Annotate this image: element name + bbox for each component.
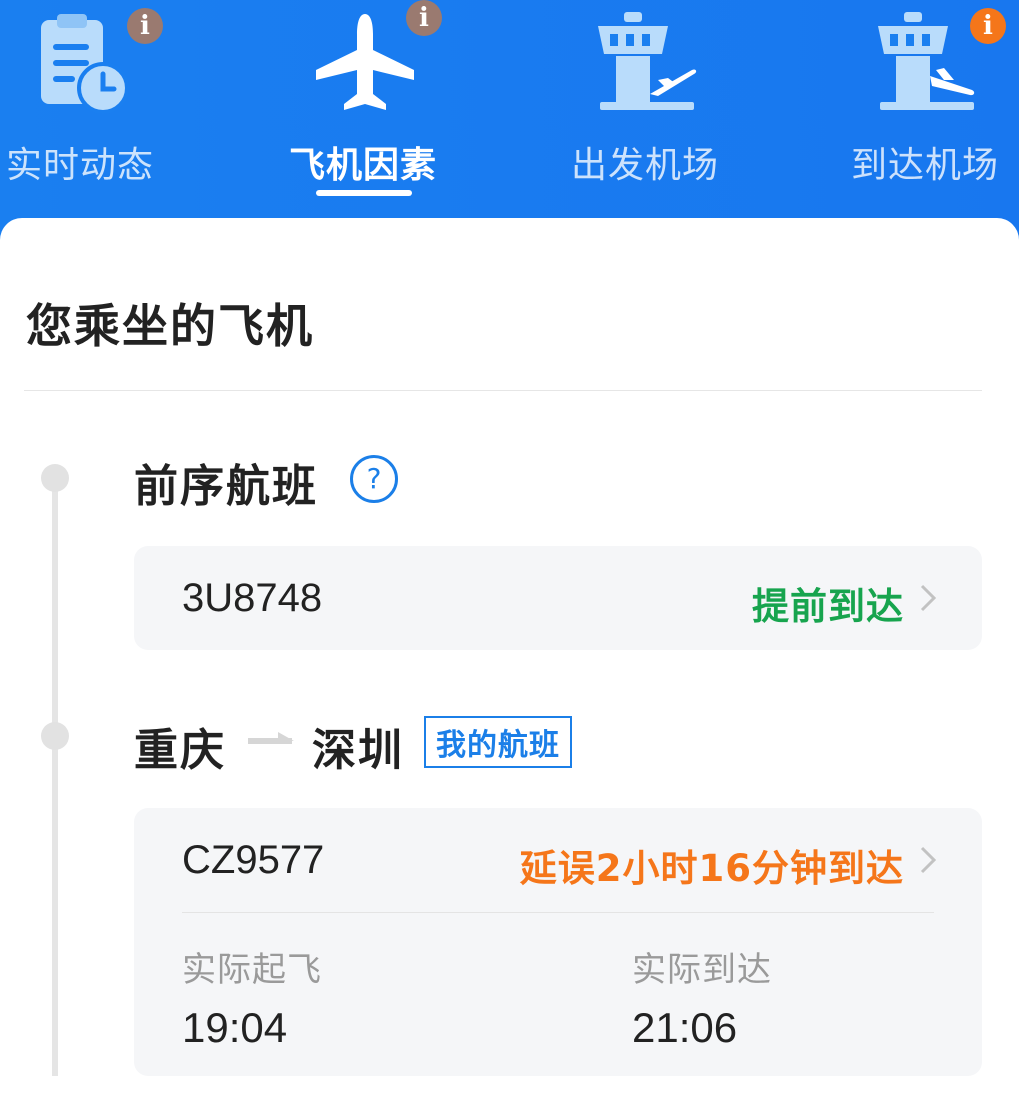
origin-city: 重庆 — [134, 725, 226, 776]
destination-city: 深圳 — [312, 725, 404, 776]
previous-flight-title: 前序航班 — [134, 461, 318, 512]
arrival-label: 实际到达 — [632, 950, 772, 990]
aircraft-info-card: 您乘坐的飞机 前序航班 ? 3U8748 提前到达 重庆 深圳 我的航班 CZ9… — [0, 218, 1019, 1114]
timeline-dot-current — [41, 722, 69, 750]
timeline-line — [52, 476, 58, 1076]
info-badge-icon: i — [406, 0, 442, 36]
flight-number: CZ9577 — [182, 838, 325, 882]
tab-departure-airport[interactable]: 出发机场 — [530, 0, 760, 215]
route-arrow-icon — [248, 732, 294, 744]
tab-label: 到达机场 — [850, 145, 999, 186]
active-tab-indicator — [316, 190, 412, 196]
clipboard-clock-icon — [41, 14, 129, 114]
tab-arrival-airport[interactable]: i 到达机场 — [810, 0, 1019, 215]
my-flight-tag: 我的航班 — [424, 716, 572, 768]
arrival-time: 21:06 — [632, 1004, 738, 1051]
departure-time: 19:04 — [182, 1004, 288, 1051]
info-badge-icon: i — [127, 8, 163, 44]
tab-label: 出发机场 — [570, 145, 719, 186]
airplane-icon — [316, 14, 414, 110]
chevron-right-icon — [920, 584, 936, 612]
divider — [24, 390, 982, 391]
my-flight-card[interactable]: CZ9577 延误2小时16分钟到达 实际起飞 19:04 实际到达 21:06 — [134, 808, 982, 1076]
flight-number: 3U8748 — [182, 576, 323, 620]
departure-label: 实际起飞 — [182, 950, 322, 990]
chevron-right-icon — [920, 846, 936, 874]
previous-flight-row[interactable]: 3U8748 提前到达 — [134, 546, 982, 650]
info-badge-icon: i — [970, 8, 1006, 44]
departure-tower-icon — [598, 12, 697, 110]
tab-label: 实时动态 — [5, 145, 154, 186]
flight-status: 提前到达 — [752, 585, 904, 628]
timeline-dot-previous — [41, 464, 69, 492]
tab-label: 飞机因素 — [288, 145, 437, 186]
flight-status: 延误2小时16分钟到达 — [519, 847, 904, 890]
section-title: 您乘坐的飞机 — [26, 299, 314, 353]
divider — [182, 912, 934, 913]
tab-aircraft-factors[interactable]: i 飞机因素 — [248, 0, 478, 215]
arrival-tower-icon — [878, 12, 975, 110]
help-icon[interactable]: ? — [350, 455, 398, 503]
tab-realtime-status[interactable]: i 实时动态 — [0, 0, 195, 215]
